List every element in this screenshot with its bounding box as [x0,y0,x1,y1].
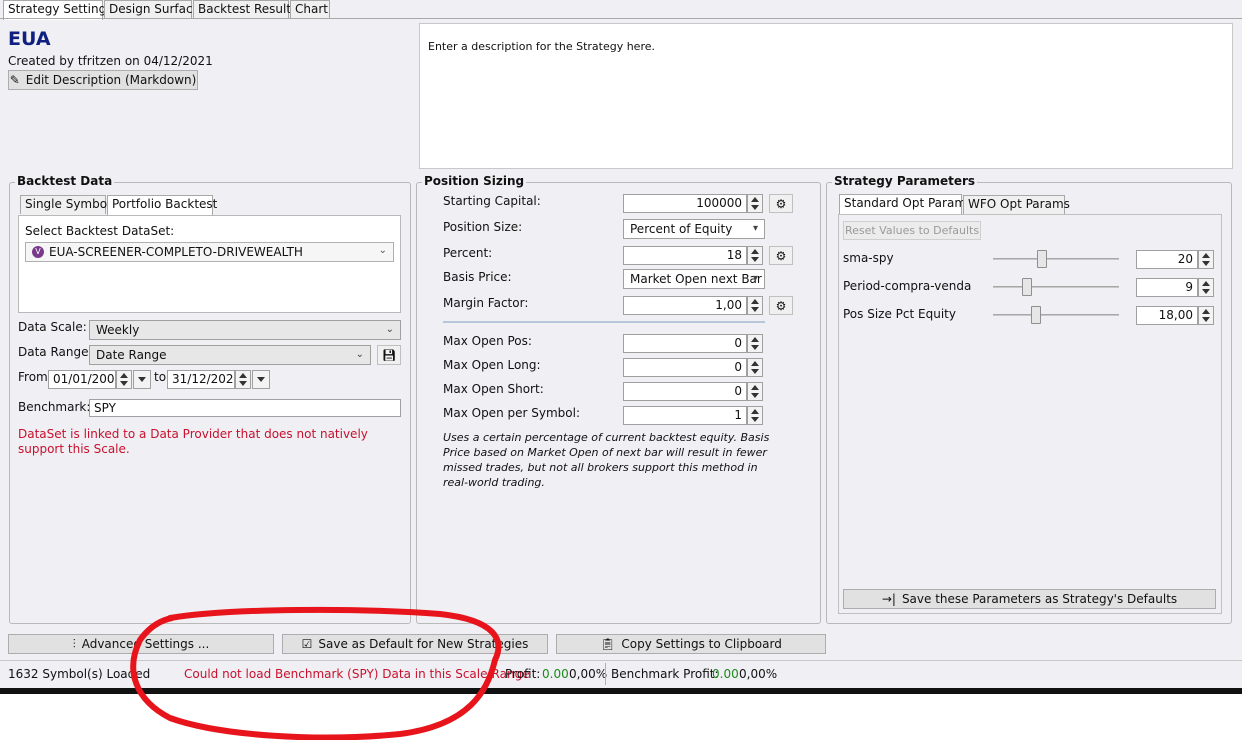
red-annotation-scribble [130,606,502,740]
